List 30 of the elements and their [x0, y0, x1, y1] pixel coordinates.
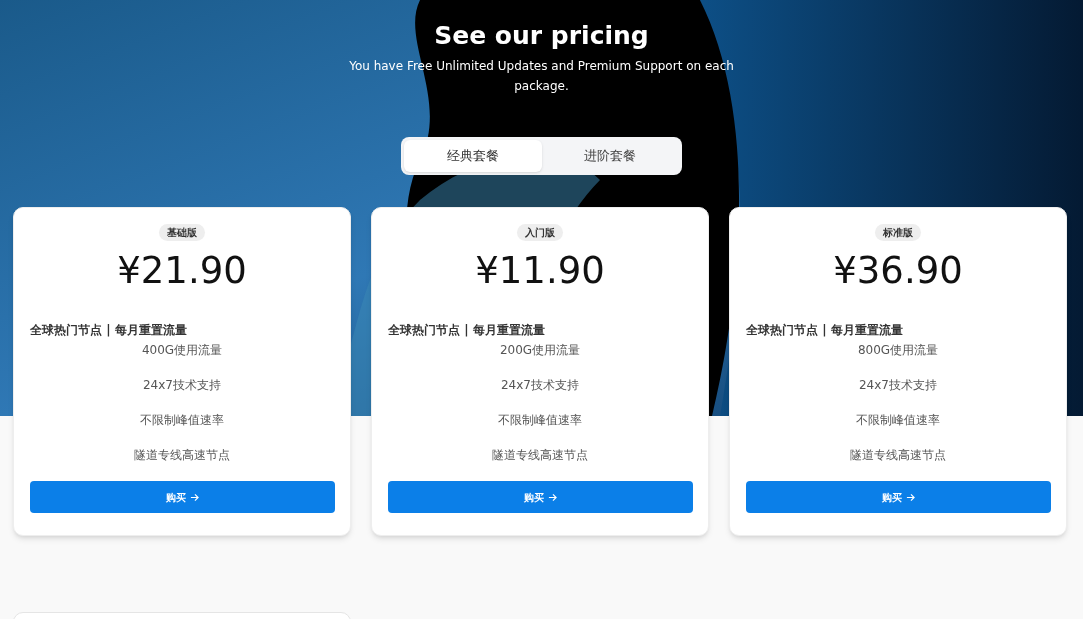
plan-badge: 标准版	[875, 224, 921, 241]
plan-feature: 200G使用流量	[499, 342, 581, 359]
arrow-right-icon	[905, 492, 915, 502]
arrow-right-icon	[189, 492, 199, 502]
plan-feature: 24x7技术支持	[501, 377, 579, 394]
plan-price: ¥21.90	[117, 248, 247, 294]
buy-button[interactable]: 购买	[745, 481, 1051, 513]
buy-button[interactable]: 购买	[387, 481, 693, 513]
plan-feature: 隧道专线高速节点	[492, 447, 588, 464]
plan-heading: 全球热门节点 | 每月重置流量	[746, 322, 903, 339]
plan-feature: 800G使用流量	[857, 342, 939, 359]
plan-feature: 不限制峰值速率	[498, 412, 582, 429]
plan-price: ¥11.90	[475, 248, 605, 294]
plan-feature: 24x7技术支持	[143, 377, 221, 394]
plan-feature: 不限制峰值速率	[140, 412, 224, 429]
buy-button[interactable]: 购买	[29, 481, 335, 513]
plan-heading: 全球热门节点 | 每月重置流量	[388, 322, 545, 339]
plan-feature: 不限制峰值速率	[856, 412, 940, 429]
plan-feature: 24x7技术支持	[859, 377, 937, 394]
arrow-right-icon	[547, 492, 557, 502]
plan-badge: 基础版	[159, 224, 205, 241]
plan-heading: 全球热门节点 | 每月重置流量	[30, 322, 187, 339]
plan-feature: 隧道专线高速节点	[134, 447, 230, 464]
plan-tab[interactable]: 进阶套餐	[541, 140, 679, 172]
plan-badge: 入门版	[517, 224, 563, 241]
page-title: See our pricing	[434, 20, 649, 52]
plan-tab[interactable]: 经典套餐	[404, 140, 542, 172]
plan-feature: 400G使用流量	[141, 342, 223, 359]
plan-feature: 隧道专线高速节点	[850, 447, 946, 464]
plan-price: ¥36.90	[833, 248, 963, 294]
